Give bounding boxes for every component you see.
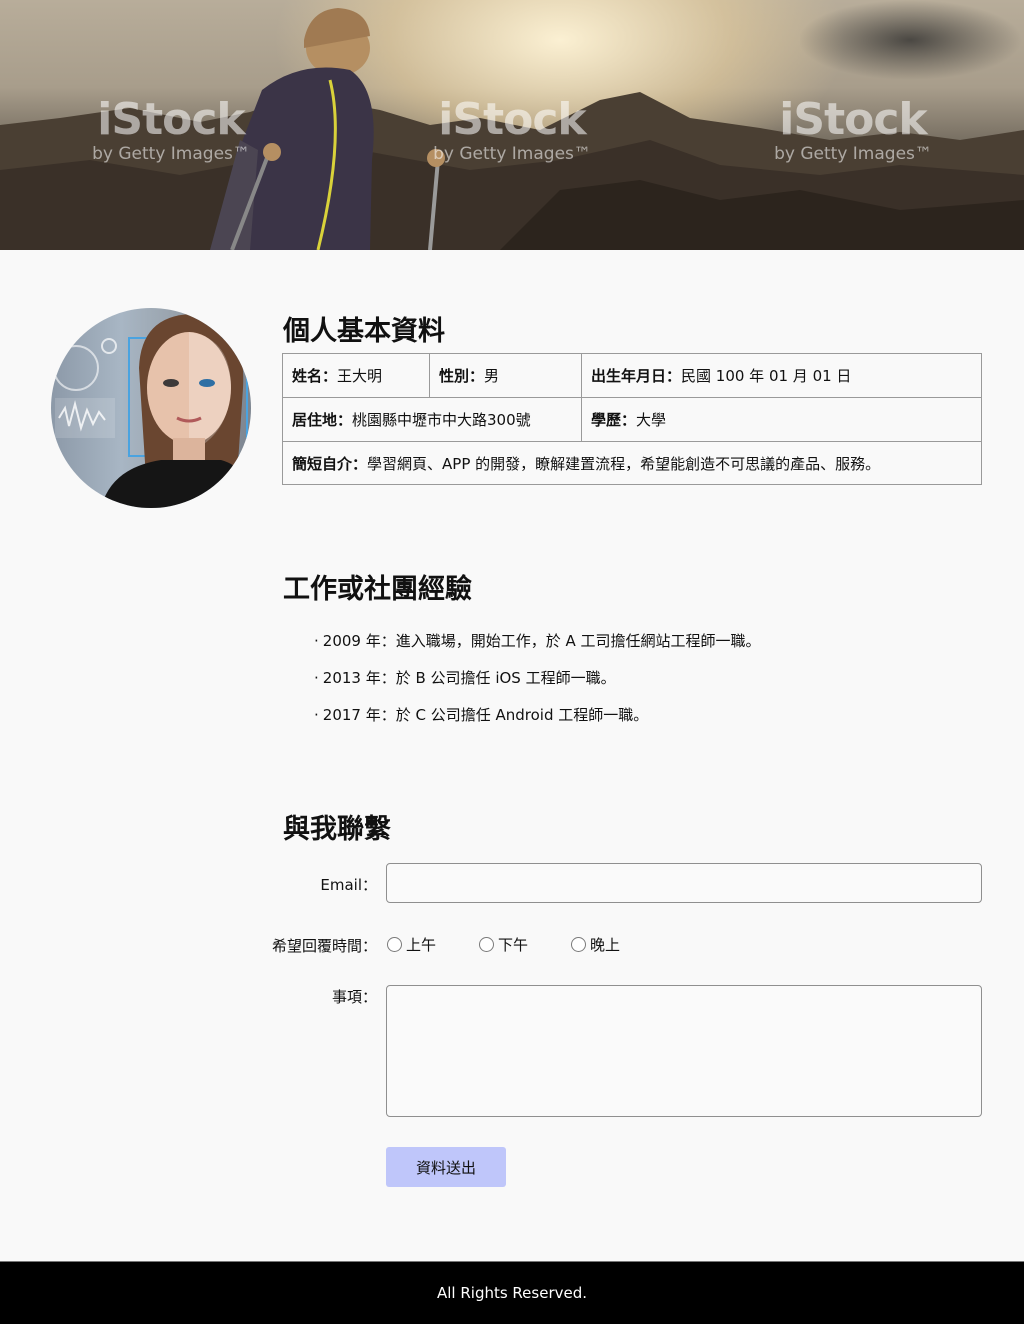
- note-label: 事項：: [331, 988, 377, 1006]
- watermark-1: iStock by Getty Images™: [92, 94, 250, 165]
- footer: All Rights Reserved.: [0, 1261, 1024, 1324]
- birthday-cell: 出生年月日：民國 100 年 01 月 01 日: [581, 353, 982, 398]
- email-label: Email：: [320, 876, 377, 894]
- name-key: 姓名：: [292, 367, 338, 385]
- experience-item-text: 2013 年：於 B 公司擔任 iOS 工程師一職。: [322, 669, 616, 687]
- intro-key: 簡短自介：: [292, 454, 368, 473]
- intro-cell: 簡短自介：學習網頁、APP 的開發，瞭解建置流程，希望能創造不可思議的產品、服務…: [282, 441, 982, 485]
- note-textarea[interactable]: [386, 985, 982, 1117]
- radio-circle-icon[interactable]: [387, 937, 402, 952]
- experience-list: · 2009 年：進入職場，開始工作，於 A 工司擔任網站工程師一職。 · 2013…: [314, 630, 761, 741]
- birthday-value: 民國 100 年 01 月 01 日: [681, 367, 852, 385]
- radio-label: 晚上: [590, 936, 621, 954]
- list-item: · 2013 年：於 B 公司擔任 iOS 工程師一職。: [314, 669, 616, 687]
- list-item: · 2017 年：於 C 公司擔任 Android 工程師一職。: [314, 706, 649, 724]
- submit-button[interactable]: 資料送出: [386, 1147, 506, 1187]
- radio-circle-icon[interactable]: [571, 937, 586, 952]
- profile-avatar: [51, 308, 251, 508]
- radio-morning[interactable]: 上午: [387, 934, 436, 955]
- reply-time-label: 希望回覆時間：: [271, 937, 377, 955]
- birthday-key: 出生年月日：: [591, 367, 682, 385]
- address-value: 桃園縣中壢市中大路300號: [352, 411, 531, 429]
- basic-info-title: 個人基本資料: [283, 316, 445, 347]
- gender-cell: 性別：男: [429, 353, 582, 398]
- radio-afternoon[interactable]: 下午: [479, 934, 528, 955]
- radio-label: 上午: [406, 936, 437, 954]
- contact-title: 與我聯繫: [283, 814, 391, 845]
- gender-value: 男: [484, 367, 500, 385]
- name-cell: 姓名：王大明: [282, 353, 430, 398]
- experience-title: 工作或社團經驗: [283, 574, 472, 605]
- education-cell: 學歷：大學: [581, 397, 982, 442]
- watermark-3: iStock by Getty Images™: [774, 94, 932, 165]
- education-key: 學歷：: [591, 411, 637, 429]
- radio-evening[interactable]: 晚上: [571, 934, 620, 955]
- name-value: 王大明: [337, 367, 383, 385]
- table-row: 簡短自介：學習網頁、APP 的開發，瞭解建置流程，希望能創造不可思議的產品、服務…: [282, 441, 982, 485]
- education-value: 大學: [636, 411, 667, 429]
- header-banner-image: iStock by Getty Images™ iStock by Getty …: [0, 0, 1024, 250]
- experience-item-text: 2009 年：進入職場，開始工作，於 A 工司擔任網站工程師一職。: [322, 632, 761, 650]
- table-row: 姓名：王大明 性別：男 出生年月日：民國 100 年 01 月 01 日: [282, 353, 982, 398]
- email-field[interactable]: [386, 863, 982, 903]
- radio-label: 下午: [498, 936, 529, 954]
- basic-info-table: 姓名：王大明 性別：男 出生年月日：民國 100 年 01 月 01 日 居住地…: [282, 353, 982, 485]
- address-key: 居住地：: [292, 411, 353, 429]
- intro-value: 學習網頁、APP 的開發，瞭解建置流程，希望能創造不可思議的產品、服務。: [367, 454, 881, 473]
- list-item: · 2009 年：進入職場，開始工作，於 A 工司擔任網站工程師一職。: [314, 632, 761, 650]
- radio-circle-icon[interactable]: [479, 937, 494, 952]
- watermark-2: iStock by Getty Images™: [433, 94, 591, 165]
- footer-text: All Rights Reserved.: [436, 1284, 588, 1302]
- experience-item-text: 2017 年：於 C 公司擔任 Android 工程師一職。: [322, 706, 649, 724]
- address-cell: 居住地：桃園縣中壢市中大路300號: [282, 397, 582, 442]
- table-row: 居住地：桃園縣中壢市中大路300號 學歷：大學: [282, 397, 982, 442]
- gender-key: 性別：: [439, 367, 485, 385]
